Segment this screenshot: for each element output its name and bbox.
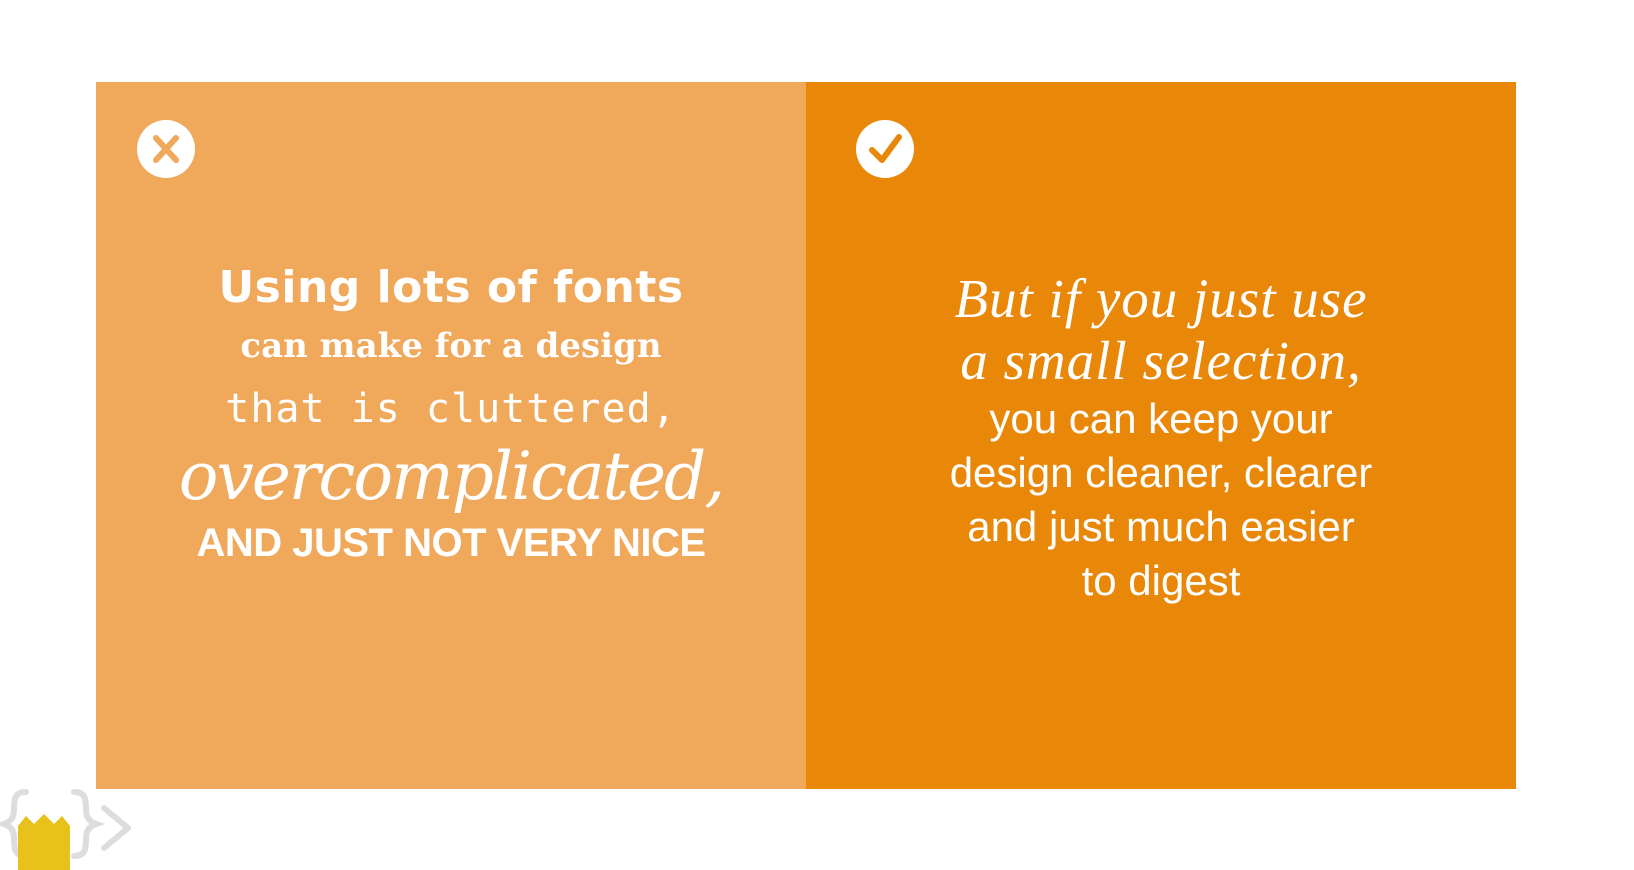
bad-line-2: can make for a design [240,326,662,366]
good-line-6: to digest [1081,557,1241,604]
checkmark-icon [856,120,914,178]
good-line-4: design cleaner, clearer [949,449,1373,496]
good-example-panel: But if you just use a small selection, y… [806,82,1516,789]
good-line-3: you can keep your [989,395,1333,442]
slide: Using lots of fonts can make for a desig… [0,0,1634,870]
good-line-5: and just much easier [967,503,1355,550]
bad-example-text: Using lots of fonts can make for a desig… [96,260,806,574]
good-line-2: a small selection, [960,330,1362,391]
good-example-text: But if you just use a small selection, y… [806,260,1516,608]
curly-brace-logo-icon [0,786,140,870]
bad-line-3: that is cluttered, [225,386,677,432]
bad-line-1: Using lots of fonts [218,262,684,313]
bad-line-4: overcomplicated, [178,438,726,515]
cross-icon [137,120,195,178]
bad-line-5: AND JUST NOT VERY NICE [196,521,706,565]
bad-example-panel: Using lots of fonts can make for a desig… [96,82,806,789]
good-line-1: But if you just use [954,268,1368,329]
